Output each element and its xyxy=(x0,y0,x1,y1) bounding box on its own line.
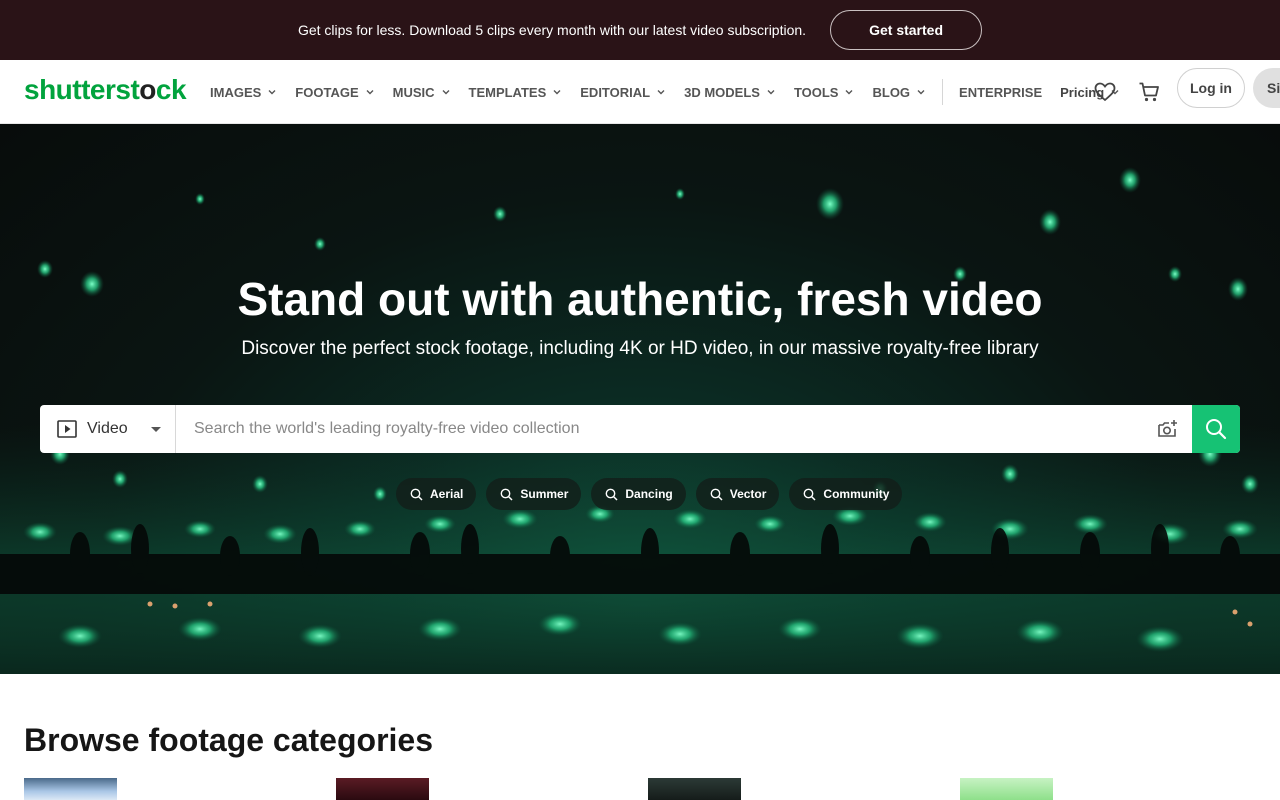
chevron-down-icon xyxy=(845,90,853,95)
search-icon xyxy=(710,488,723,501)
chip-summer[interactable]: Summer xyxy=(486,478,582,510)
media-type-dropdown[interactable]: Video xyxy=(40,405,176,453)
hero-subtitle: Discover the perfect stock footage, incl… xyxy=(241,338,1039,359)
nav-item-templates[interactable]: TEMPLATES xyxy=(469,85,563,100)
chevron-down-icon xyxy=(366,90,374,95)
caret-down-icon xyxy=(151,426,161,432)
category-thumbnail[interactable] xyxy=(336,778,429,800)
nav-item-music[interactable]: MUSIC xyxy=(393,85,451,100)
promo-text: Get clips for less. Download 5 clips eve… xyxy=(297,22,807,38)
browse-categories-title: Browse footage categories xyxy=(24,722,433,758)
favorites-heart-icon[interactable] xyxy=(1091,78,1119,106)
image-search-camera-icon[interactable] xyxy=(1144,405,1192,453)
chevron-down-icon xyxy=(657,90,665,95)
promo-banner: Get clips for less. Download 5 clips eve… xyxy=(0,0,1280,60)
search-icon xyxy=(1206,419,1227,440)
search-icon xyxy=(605,488,618,501)
chevron-down-icon xyxy=(767,90,775,95)
chevron-down-icon xyxy=(553,90,561,95)
video-play-icon xyxy=(57,420,77,438)
category-thumbnail[interactable] xyxy=(24,778,117,800)
chevron-down-icon xyxy=(917,90,925,95)
login-button[interactable]: Log in xyxy=(1177,68,1245,108)
get-started-button[interactable]: Get started xyxy=(830,10,983,50)
hero-section: Stand out with authentic, fresh video Di… xyxy=(0,124,1280,674)
chevron-down-icon xyxy=(442,90,449,95)
hero-background-image xyxy=(0,167,1280,674)
chip-aerial[interactable]: Aerial xyxy=(396,478,477,510)
search-bar: Video xyxy=(40,405,1240,453)
search-icon xyxy=(410,488,423,501)
nav-item-blog[interactable]: BLOG xyxy=(872,85,926,100)
category-thumbnail[interactable] xyxy=(648,778,741,800)
suggested-searches: Aerial Summer Dancing Vector Community xyxy=(396,478,903,510)
search-icon xyxy=(500,488,513,501)
chip-community[interactable]: Community xyxy=(789,478,903,510)
chevron-down-icon xyxy=(268,90,276,95)
nav-item-footage[interactable]: FOOTAGE xyxy=(295,85,374,100)
cart-icon[interactable] xyxy=(1135,78,1163,106)
nav-item-3d-models[interactable]: 3D MODELS xyxy=(684,85,776,100)
category-thumbnail[interactable] xyxy=(960,778,1053,800)
shutterstock-logo[interactable]: shutterstock xyxy=(24,74,187,106)
search-button[interactable] xyxy=(1192,405,1240,453)
media-type-label: Video xyxy=(87,420,128,437)
chip-vector[interactable]: Vector xyxy=(695,478,780,510)
nav-item-editorial[interactable]: EDITORIAL xyxy=(580,85,666,100)
top-nav: shutterstock IMAGES FOOTAGE MUSIC TEMPLA… xyxy=(0,60,1280,124)
nav-item-enterprise[interactable]: ENTERPRISE xyxy=(959,85,1042,100)
nav-divider xyxy=(942,79,944,105)
chip-dancing[interactable]: Dancing xyxy=(591,478,686,510)
nav-item-tools[interactable]: TOOLS xyxy=(794,85,855,100)
nav-item-images[interactable]: IMAGES xyxy=(210,85,277,100)
nav-menu: IMAGES FOOTAGE MUSIC TEMPLATES EDITORIAL… xyxy=(210,60,1138,124)
search-input[interactable] xyxy=(176,405,1144,453)
hero-title: Stand out with authentic, fresh video xyxy=(237,273,1043,325)
search-icon xyxy=(804,488,816,501)
